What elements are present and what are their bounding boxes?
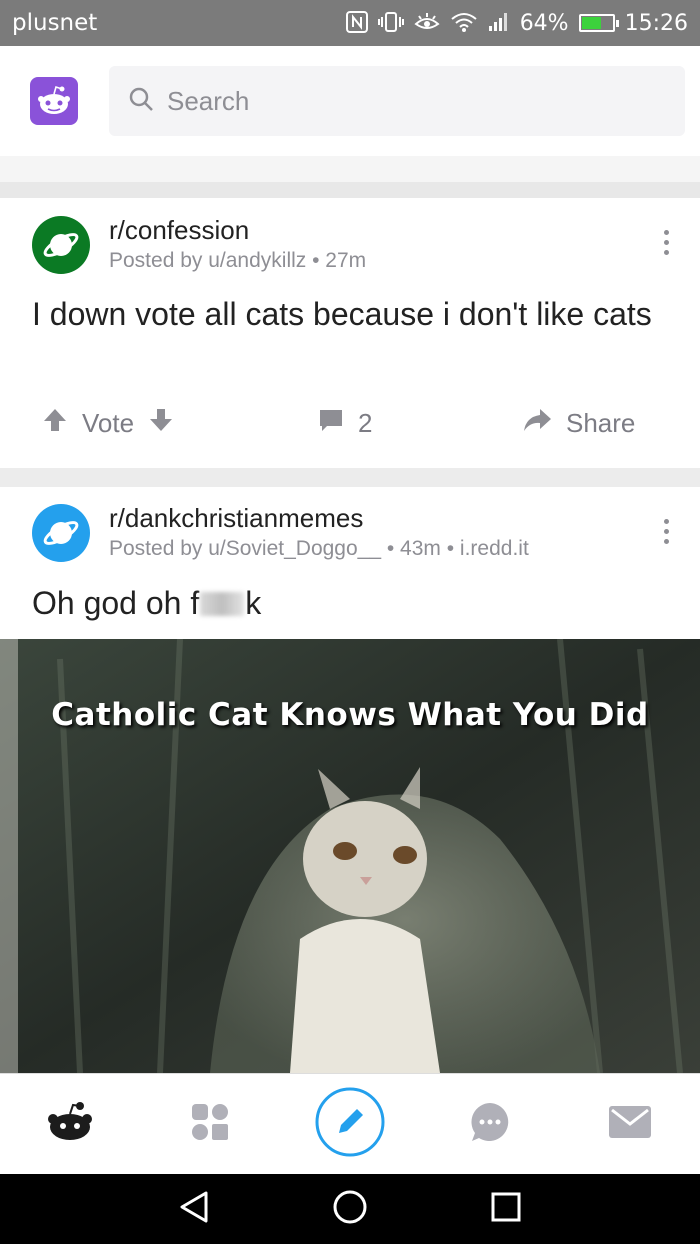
share-arrow-icon	[522, 407, 552, 440]
recents-button[interactable]	[466, 1174, 546, 1244]
snoo-home-icon	[45, 1101, 95, 1148]
pencil-icon	[315, 1087, 385, 1162]
meme-caption: Catholic Cat Knows What You Did	[51, 697, 649, 733]
search-icon	[127, 85, 155, 118]
status-bar: plusnet 64% 15:26	[0, 0, 700, 46]
subreddit-icon[interactable]	[32, 504, 90, 562]
back-button[interactable]	[154, 1174, 234, 1244]
subreddit-icon[interactable]	[32, 216, 90, 274]
home-circle-icon	[332, 1189, 368, 1230]
feed-top-gap	[0, 156, 700, 198]
reddit-snoo-icon[interactable]	[30, 77, 78, 125]
grid-icon	[191, 1103, 229, 1146]
post-meta: r/dankchristianmemes Posted by u/Soviet_…	[109, 502, 529, 564]
post-card[interactable]: r/dankchristianmemes Posted by u/Soviet_…	[0, 487, 700, 1073]
censored-blur	[200, 592, 245, 616]
post-meta: r/confession Posted by u/andykillz • 27m	[109, 214, 366, 276]
nav-home[interactable]	[20, 1074, 120, 1175]
vibrate-icon	[377, 11, 404, 36]
back-triangle-icon	[178, 1190, 210, 1229]
nav-create-post[interactable]	[300, 1074, 400, 1175]
search-placeholder: Search	[167, 85, 250, 116]
carrier-name: plusnet	[12, 10, 98, 36]
upvote-arrow-icon[interactable]	[42, 407, 68, 440]
subreddit-name[interactable]: r/dankchristianmemes	[109, 502, 529, 534]
comment-count: 2	[358, 407, 373, 438]
chat-bubble-icon	[469, 1101, 511, 1148]
post-title[interactable]: I down vote all cats because i don't lik…	[32, 294, 672, 334]
clock: 15:26	[624, 10, 688, 36]
home-button[interactable]	[310, 1174, 390, 1244]
status-icons: 64% 15:26	[345, 10, 688, 36]
nav-communities[interactable]	[160, 1074, 260, 1175]
post-separator	[0, 468, 700, 487]
comments-button[interactable]: 2	[318, 398, 372, 448]
eye-comfort-icon	[414, 12, 440, 35]
battery-percent: 64%	[519, 10, 569, 36]
bottom-navigation	[0, 1073, 700, 1174]
nav-chat[interactable]	[440, 1074, 540, 1175]
post-header: r/confession Posted by u/andykillz • 27m	[32, 214, 366, 276]
vote-control: Vote	[42, 398, 174, 448]
signal-icon	[488, 12, 510, 35]
post-byline: Posted by u/andykillz • 27m	[109, 249, 367, 272]
downvote-arrow-icon[interactable]	[148, 407, 174, 440]
mail-icon	[608, 1105, 652, 1144]
post-title-end: k	[245, 585, 262, 621]
post-title[interactable]: Oh god oh f k	[32, 583, 672, 623]
share-button[interactable]: Share	[522, 398, 635, 448]
post-card[interactable]: r/confession Posted by u/andykillz • 27m…	[0, 198, 700, 468]
post-image[interactable]: Catholic Cat Knows What You Did	[0, 639, 700, 1073]
share-label: Share	[566, 407, 636, 438]
nav-inbox[interactable]	[580, 1074, 680, 1175]
more-options-icon[interactable]	[664, 519, 670, 544]
nfc-icon	[345, 10, 368, 36]
battery-icon	[578, 14, 619, 32]
post-title-start: Oh god oh f	[32, 585, 200, 621]
app-header: Search	[0, 46, 700, 156]
search-input[interactable]: Search	[109, 66, 685, 136]
post-actions: Vote 2 Share	[0, 398, 700, 448]
comment-icon	[318, 407, 344, 440]
post-byline: Posted by u/Soviet_Doggo__ • 43m • i.red…	[109, 537, 529, 560]
subreddit-name[interactable]: r/confession	[109, 214, 366, 246]
post-header: r/dankchristianmemes Posted by u/Soviet_…	[32, 502, 529, 564]
system-navigation-bar	[0, 1174, 700, 1244]
battery-level-fill	[581, 17, 601, 29]
wifi-icon	[450, 11, 478, 36]
vote-label: Vote	[82, 407, 135, 438]
divider	[0, 182, 700, 198]
more-options-icon[interactable]	[664, 230, 670, 255]
recents-square-icon	[490, 1191, 522, 1228]
